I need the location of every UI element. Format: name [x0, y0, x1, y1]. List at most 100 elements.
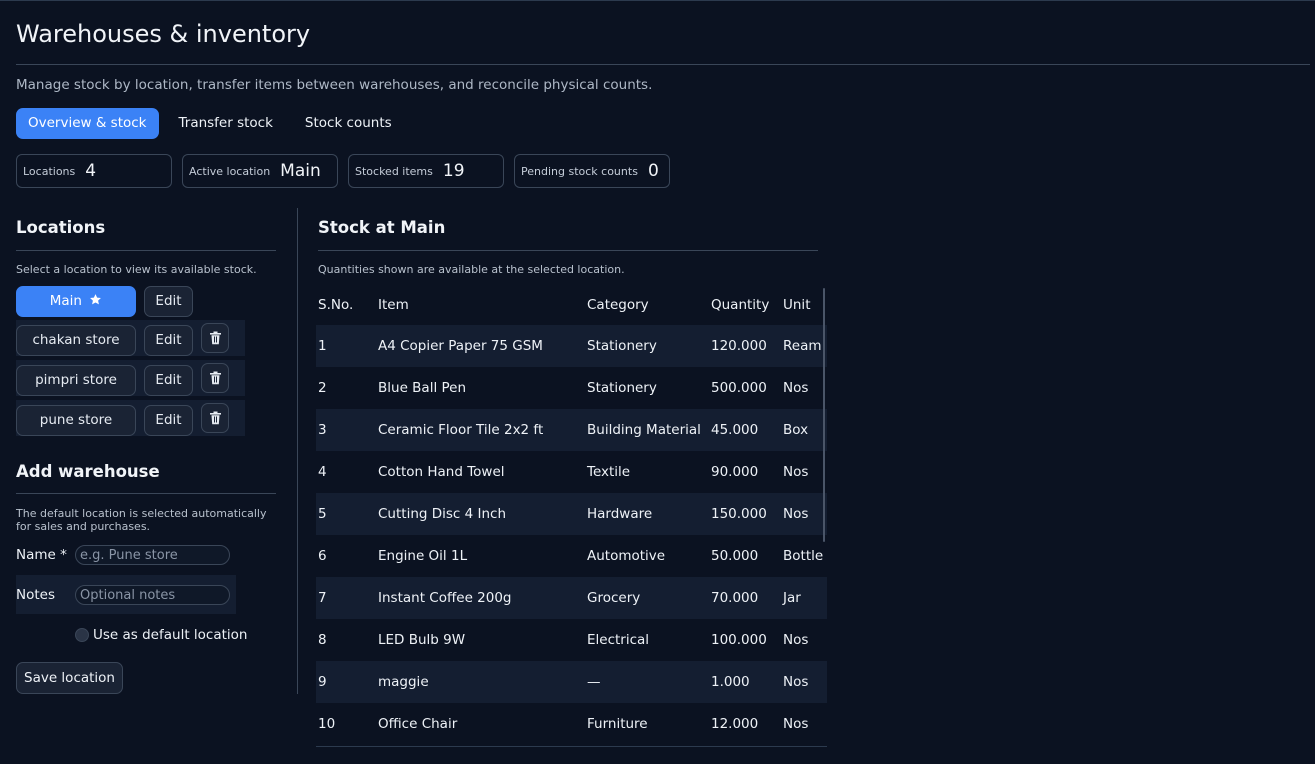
save-location-button[interactable]: Save location — [16, 662, 123, 694]
cell-unit: Jar — [783, 590, 801, 606]
stat-locations: Locations 4 — [16, 154, 172, 188]
top-border — [0, 0, 1315, 1]
cell-quantity: 120.000 — [711, 338, 767, 354]
stock-title: Stock at Main — [318, 218, 446, 237]
tab-transfer-stock[interactable]: Transfer stock — [167, 108, 285, 139]
add-warehouse-hint: The default location is selected automat… — [16, 507, 267, 533]
stat-label: Locations — [23, 164, 76, 178]
cell-item: Cutting Disc 4 Inch — [378, 506, 507, 522]
cell-quantity: 1.000 — [711, 674, 750, 690]
table-row: 3 Ceramic Floor Tile 2x2 ft Building Mater… — [316, 409, 827, 451]
cell-sno: 2 — [318, 380, 327, 396]
cell-category: Grocery — [587, 590, 641, 606]
page-subtitle: Manage stock by location, transfer items… — [16, 77, 653, 93]
stat-value: 0 — [647, 161, 659, 181]
cell-unit: Bottle — [783, 548, 824, 564]
cell-category: Stationery — [587, 338, 657, 354]
name-field[interactable] — [75, 545, 230, 565]
name-label: Name * — [16, 547, 67, 563]
location-button-main[interactable]: Main — [16, 286, 136, 317]
cell-category: Hardware — [587, 506, 653, 522]
star-icon — [90, 294, 102, 305]
cell-unit: Nos — [783, 632, 809, 648]
cell-unit: Nos — [783, 716, 809, 732]
location-button-pune-store[interactable]: pune store — [16, 405, 136, 436]
cell-quantity: 500.000 — [711, 380, 767, 396]
edit-location-button[interactable]: Edit — [144, 365, 193, 396]
stat-label: Pending stock counts — [521, 164, 638, 178]
column-header-item: Item — [378, 297, 409, 313]
table-row: 7 Instant Coffee 200g Grocery 70.000 Jar — [316, 577, 827, 619]
location-row-pimpri-store: pimpri store Edit — [16, 360, 245, 396]
delete-location-button[interactable] — [201, 403, 229, 433]
table-row: 6 Engine Oil 1L Automotive 50.000 Bottle — [316, 535, 827, 577]
add-warehouse-title: Add warehouse — [16, 462, 160, 481]
tab-stock-counts[interactable]: Stock counts — [293, 108, 404, 139]
cell-quantity: 12.000 — [711, 716, 759, 732]
cell-quantity: 100.000 — [711, 632, 767, 648]
cell-category: Building Material — [587, 422, 701, 438]
location-row-pune-store: pune store Edit — [16, 400, 245, 436]
locations-hint: Select a location to view its available … — [16, 263, 257, 276]
default-location-label: Use as default location — [93, 627, 248, 643]
title-divider — [16, 64, 1310, 65]
stat-active-location: Active location Main — [182, 154, 338, 188]
cell-unit: Nos — [783, 674, 809, 690]
cell-category: Textile — [587, 464, 631, 480]
trash-icon — [210, 411, 221, 425]
table-row: 4 Cotton Hand Towel Textile 90.000 Nos — [316, 451, 827, 493]
notes-field[interactable] — [75, 585, 230, 605]
cell-sno: 6 — [318, 548, 327, 564]
cell-category: Automotive — [587, 548, 666, 564]
location-row-main: Main Edit — [16, 284, 245, 320]
delete-location-button[interactable] — [201, 363, 229, 393]
cell-unit: Ream — [783, 338, 822, 354]
column-divider — [297, 208, 298, 694]
table-scrollbar[interactable] — [823, 288, 825, 542]
notes-label: Notes — [16, 587, 55, 603]
location-row-chakan-store: chakan store Edit — [16, 320, 245, 356]
tab-overview-stock[interactable]: Overview & stock — [16, 108, 159, 139]
column-header-sno: S.No. — [318, 297, 354, 313]
location-button-pimpri-store[interactable]: pimpri store — [16, 365, 136, 396]
cell-item: Instant Coffee 200g — [378, 590, 512, 606]
cell-unit: Nos — [783, 464, 809, 480]
locations-title: Locations — [16, 218, 106, 237]
cell-sno: 8 — [318, 632, 327, 648]
add-warehouse-divider — [16, 493, 276, 494]
cell-sno: 4 — [318, 464, 327, 480]
delete-location-button[interactable] — [201, 323, 229, 353]
location-button-chakan-store[interactable]: chakan store — [16, 325, 136, 356]
cell-item: Blue Ball Pen — [378, 380, 467, 396]
cell-quantity: 90.000 — [711, 464, 759, 480]
edit-location-button[interactable]: Edit — [144, 286, 193, 317]
stock-divider — [318, 250, 818, 251]
cell-unit: Nos — [783, 506, 809, 522]
trash-icon — [210, 331, 221, 345]
page-title: Warehouses & inventory — [16, 20, 311, 48]
column-header-category: Category — [587, 297, 649, 313]
edit-location-button[interactable]: Edit — [144, 325, 193, 356]
table-row: 8 LED Bulb 9W Electrical 100.000 Nos — [316, 619, 827, 661]
location-name: Main — [49, 293, 82, 309]
edit-location-button[interactable]: Edit — [144, 405, 193, 436]
cell-item: LED Bulb 9W — [378, 632, 466, 648]
stat-pending-stock-counts: Pending stock counts 0 — [514, 154, 670, 188]
cell-unit: Box — [783, 422, 809, 438]
locations-divider — [16, 250, 276, 251]
cell-item: maggie — [378, 674, 429, 690]
cell-unit: Nos — [783, 380, 809, 396]
cell-quantity: 45.000 — [711, 422, 759, 438]
table-row: 5 Cutting Disc 4 Inch Hardware 150.000 Nos — [316, 493, 827, 535]
cell-item: Office Chair — [378, 716, 458, 732]
cell-category: Stationery — [587, 380, 657, 396]
column-header-unit: Unit — [783, 297, 811, 313]
trash-icon — [210, 371, 221, 385]
tab-bar: Overview & stock Transfer stock Stock co… — [16, 108, 412, 139]
cell-sno: 9 — [318, 674, 327, 690]
column-header-quantity: Quantity — [711, 297, 770, 313]
cell-item: A4 Copier Paper 75 GSM — [378, 338, 543, 354]
cell-sno: 1 — [318, 338, 327, 354]
default-location-radio[interactable] — [75, 628, 89, 642]
stat-stocked-items: Stocked items 19 — [348, 154, 504, 188]
